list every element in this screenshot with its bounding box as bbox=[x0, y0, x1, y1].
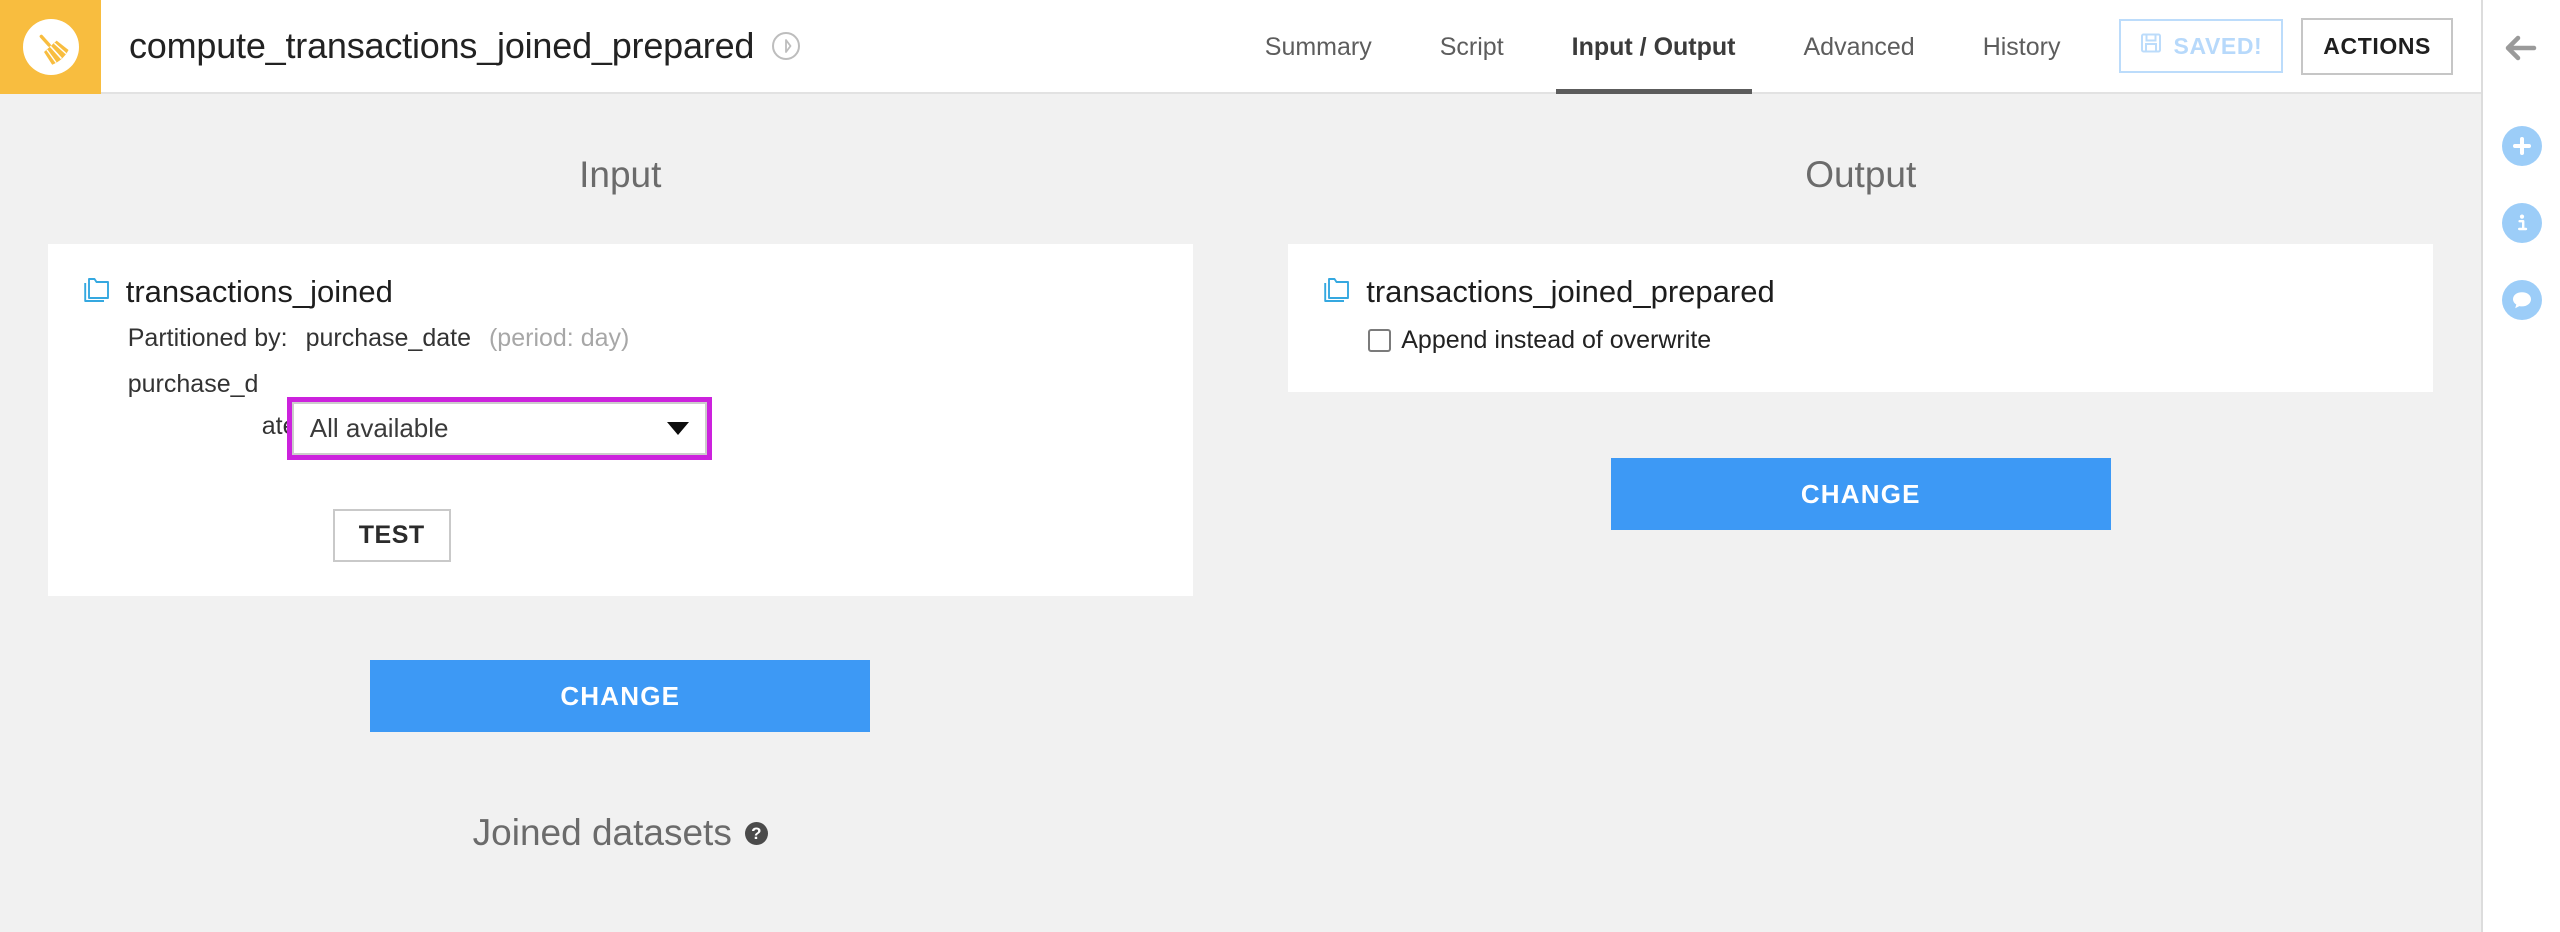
info-icon[interactable] bbox=[2501, 203, 2542, 243]
partition-select[interactable]: All available bbox=[291, 402, 707, 455]
partitioned-by-label: Partitioned by: bbox=[127, 324, 288, 352]
folder-stack-icon bbox=[1322, 277, 1352, 308]
actions-button[interactable]: ACTIONS bbox=[2301, 17, 2453, 75]
append-checkbox-row: Append instead of overwrite bbox=[1322, 326, 2399, 355]
partition-select-value: All available bbox=[309, 413, 449, 443]
header-buttons: SAVED! ACTIONS bbox=[2095, 0, 2482, 92]
partition-label-part1: purchase_d bbox=[127, 370, 259, 398]
recipe-title-area: compute_transactions_joined_prepared bbox=[101, 0, 801, 92]
input-partitioned-by-row: Partitioned by: purchase_date (period: d… bbox=[82, 324, 1159, 353]
output-dataset-name: transactions_joined_prepared bbox=[1366, 274, 1775, 309]
test-button[interactable]: TEST bbox=[332, 509, 451, 562]
page-title: compute_transactions_joined_prepared bbox=[129, 25, 755, 66]
joined-datasets-title: Joined datasets bbox=[472, 812, 732, 853]
partition-selector-block: purchase_d ate All available TEST bbox=[82, 367, 1159, 562]
tab-script[interactable]: Script bbox=[1406, 0, 1538, 94]
content-area: Input transactions_joined Partitioned by… bbox=[0, 94, 2481, 930]
output-column: Output transactions_joined_prepared Appe… bbox=[1241, 94, 2482, 930]
plus-icon[interactable] bbox=[2501, 126, 2542, 166]
saved-button-label: SAVED! bbox=[2173, 32, 2263, 59]
append-checkbox[interactable] bbox=[1368, 329, 1392, 352]
append-checkbox-label: Append instead of overwrite bbox=[1401, 326, 1712, 354]
input-dataset-row[interactable]: transactions_joined bbox=[82, 274, 1159, 310]
joined-datasets-heading: Joined datasets ? bbox=[0, 812, 1241, 854]
input-change-wrap: CHANGE bbox=[0, 660, 1241, 732]
saved-button[interactable]: SAVED! bbox=[2118, 19, 2284, 73]
app-logo[interactable] bbox=[0, 0, 101, 94]
header-spacer bbox=[800, 0, 1231, 92]
output-dataset-row[interactable]: transactions_joined_prepared bbox=[1322, 274, 2399, 310]
output-dataset-card: transactions_joined_prepared Append inst… bbox=[1288, 244, 2434, 392]
input-dataset-name: transactions_joined bbox=[125, 274, 393, 309]
input-dataset-card: transactions_joined Partitioned by: purc… bbox=[47, 244, 1193, 596]
top-header: compute_transactions_joined_prepared Sum… bbox=[0, 0, 2481, 94]
tab-input-output[interactable]: Input / Output bbox=[1538, 0, 1770, 94]
back-arrow-icon[interactable] bbox=[2496, 22, 2548, 74]
input-change-button[interactable]: CHANGE bbox=[370, 660, 871, 732]
output-change-button[interactable]: CHANGE bbox=[1610, 458, 2111, 530]
floppy-disk-icon bbox=[2140, 32, 2162, 60]
app-window: compute_transactions_joined_prepared Sum… bbox=[0, 0, 2560, 932]
folder-stack-icon bbox=[82, 277, 112, 308]
comment-icon[interactable] bbox=[2501, 280, 2542, 320]
tab-bar: Summary Script Input / Output Advanced H… bbox=[1231, 0, 2095, 94]
prepare-recipe-icon[interactable] bbox=[772, 32, 801, 60]
input-section-title: Input bbox=[579, 154, 662, 195]
right-sidebar bbox=[2481, 0, 2560, 932]
tab-history[interactable]: History bbox=[1949, 0, 2095, 94]
output-section-title: Output bbox=[1805, 154, 1917, 195]
partitioned-by-column: purchase_date bbox=[305, 324, 471, 352]
tab-summary[interactable]: Summary bbox=[1231, 0, 1406, 94]
broom-icon bbox=[22, 19, 79, 75]
partition-select-highlight: All available bbox=[286, 397, 712, 460]
input-column: Input transactions_joined Partitioned by… bbox=[0, 94, 1241, 930]
chevron-down-icon bbox=[666, 422, 689, 435]
partitioned-by-period: (period: day) bbox=[488, 324, 630, 352]
tab-advanced[interactable]: Advanced bbox=[1770, 0, 1949, 94]
question-mark-icon[interactable]: ? bbox=[744, 821, 768, 845]
output-change-wrap: CHANGE bbox=[1241, 458, 2482, 530]
main-column: compute_transactions_joined_prepared Sum… bbox=[0, 0, 2481, 932]
